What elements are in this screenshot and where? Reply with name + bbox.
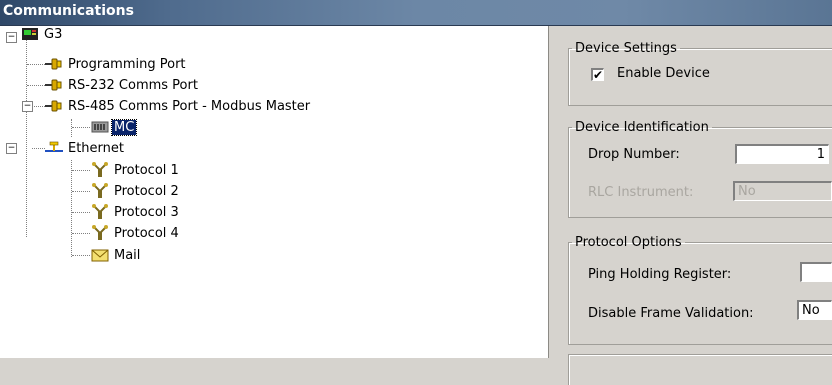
tree-node-protocol-4[interactable]: Protocol 4 bbox=[91, 223, 181, 243]
ping-holding-register-label: Ping Holding Register: bbox=[588, 267, 732, 282]
enable-device-checkbox[interactable]: ✔ bbox=[591, 68, 604, 81]
tree-line bbox=[27, 85, 45, 86]
protocol-icon bbox=[92, 204, 108, 219]
tree-node-protocol-3[interactable]: Protocol 3 bbox=[91, 202, 181, 222]
ping-holding-register-input[interactable] bbox=[800, 262, 832, 282]
mail-icon bbox=[91, 249, 109, 262]
tree-node-mail[interactable]: Mail bbox=[91, 245, 142, 265]
minus-icon: − bbox=[23, 101, 32, 111]
serial-port-icon bbox=[45, 79, 62, 91]
tree-node-label: Protocol 4 bbox=[114, 225, 179, 241]
tree-line bbox=[72, 255, 90, 256]
tree-node-label: G3 bbox=[44, 26, 63, 42]
next-group bbox=[568, 354, 832, 385]
disable-frame-validation-select[interactable]: No bbox=[797, 300, 832, 320]
serial-port-icon bbox=[45, 100, 62, 112]
protocol-options-group: Protocol Options bbox=[568, 235, 832, 345]
group-title: Device Identification bbox=[575, 120, 709, 135]
tree-node-ethernet[interactable]: Ethernet bbox=[45, 138, 126, 158]
tree-line bbox=[72, 191, 90, 192]
controller-icon bbox=[22, 28, 38, 40]
tree-node-rs485[interactable]: RS-485 Comms Port - Modbus Master bbox=[45, 96, 312, 116]
tree-line bbox=[72, 212, 90, 213]
collapse-toggle[interactable]: − bbox=[22, 101, 33, 112]
tree-node-mc[interactable]: MC bbox=[91, 117, 138, 137]
protocol-icon bbox=[92, 162, 108, 177]
group-title: Protocol Options bbox=[575, 235, 682, 250]
check-icon: ✔ bbox=[593, 68, 604, 82]
properties-panel: Device Settings ✔ Enable Device Device I… bbox=[549, 26, 832, 385]
minus-icon: − bbox=[7, 143, 16, 153]
tree-node-protocol-1[interactable]: Protocol 1 bbox=[91, 160, 181, 180]
title-bar: Communications bbox=[0, 0, 832, 26]
window-title: Communications bbox=[3, 3, 134, 19]
tree-node-g3[interactable]: G3 bbox=[21, 24, 64, 44]
tree-node-label: MC bbox=[110, 118, 138, 136]
tree-line bbox=[71, 119, 72, 137]
disable-frame-validation-label: Disable Frame Validation: bbox=[588, 306, 754, 321]
tree-line bbox=[32, 106, 45, 107]
tree-node-programming-port[interactable]: Programming Port bbox=[45, 54, 188, 74]
tree-node-label: Ethernet bbox=[68, 140, 124, 156]
drop-number-input[interactable]: 1 bbox=[735, 144, 829, 164]
tree-line bbox=[72, 127, 90, 128]
rlc-instrument-label: RLC Instrument: bbox=[588, 185, 694, 200]
group-title: Device Settings bbox=[575, 41, 677, 56]
drop-number-label: Drop Number: bbox=[588, 147, 680, 162]
tree-node-label: Protocol 1 bbox=[114, 162, 179, 178]
protocol-icon bbox=[92, 225, 108, 240]
tree-node-protocol-2[interactable]: Protocol 2 bbox=[91, 181, 181, 201]
tree-node-label: Mail bbox=[114, 247, 141, 263]
ethernet-icon bbox=[45, 141, 63, 152]
tree-line bbox=[72, 170, 90, 171]
minus-icon: − bbox=[7, 32, 16, 42]
collapse-toggle[interactable]: − bbox=[6, 143, 17, 154]
tree-line bbox=[27, 64, 45, 65]
tree-node-label: Protocol 2 bbox=[114, 183, 179, 199]
tree-node-rs232[interactable]: RS-232 Comms Port bbox=[45, 75, 200, 95]
tree-node-label: Protocol 3 bbox=[114, 204, 179, 220]
tree-line bbox=[26, 39, 27, 237]
device-icon bbox=[91, 121, 109, 133]
tree-node-label: Programming Port bbox=[68, 56, 186, 72]
tree-line bbox=[32, 148, 45, 149]
collapse-toggle[interactable]: − bbox=[6, 32, 17, 43]
tree-line bbox=[72, 233, 90, 234]
device-identification-group: Device Identification bbox=[568, 120, 832, 218]
enable-device-label: Enable Device bbox=[617, 66, 710, 81]
tree-view[interactable]: − G3 Programming Port RS-232 Comms Port … bbox=[0, 26, 549, 358]
tree-node-label: RS-232 Comms Port bbox=[68, 77, 198, 93]
protocol-icon bbox=[92, 183, 108, 198]
tree-line bbox=[71, 160, 72, 257]
rlc-instrument-select[interactable]: No bbox=[733, 181, 832, 201]
serial-port-icon bbox=[45, 58, 62, 70]
tree-node-label: RS-485 Comms Port - Modbus Master bbox=[68, 98, 311, 114]
